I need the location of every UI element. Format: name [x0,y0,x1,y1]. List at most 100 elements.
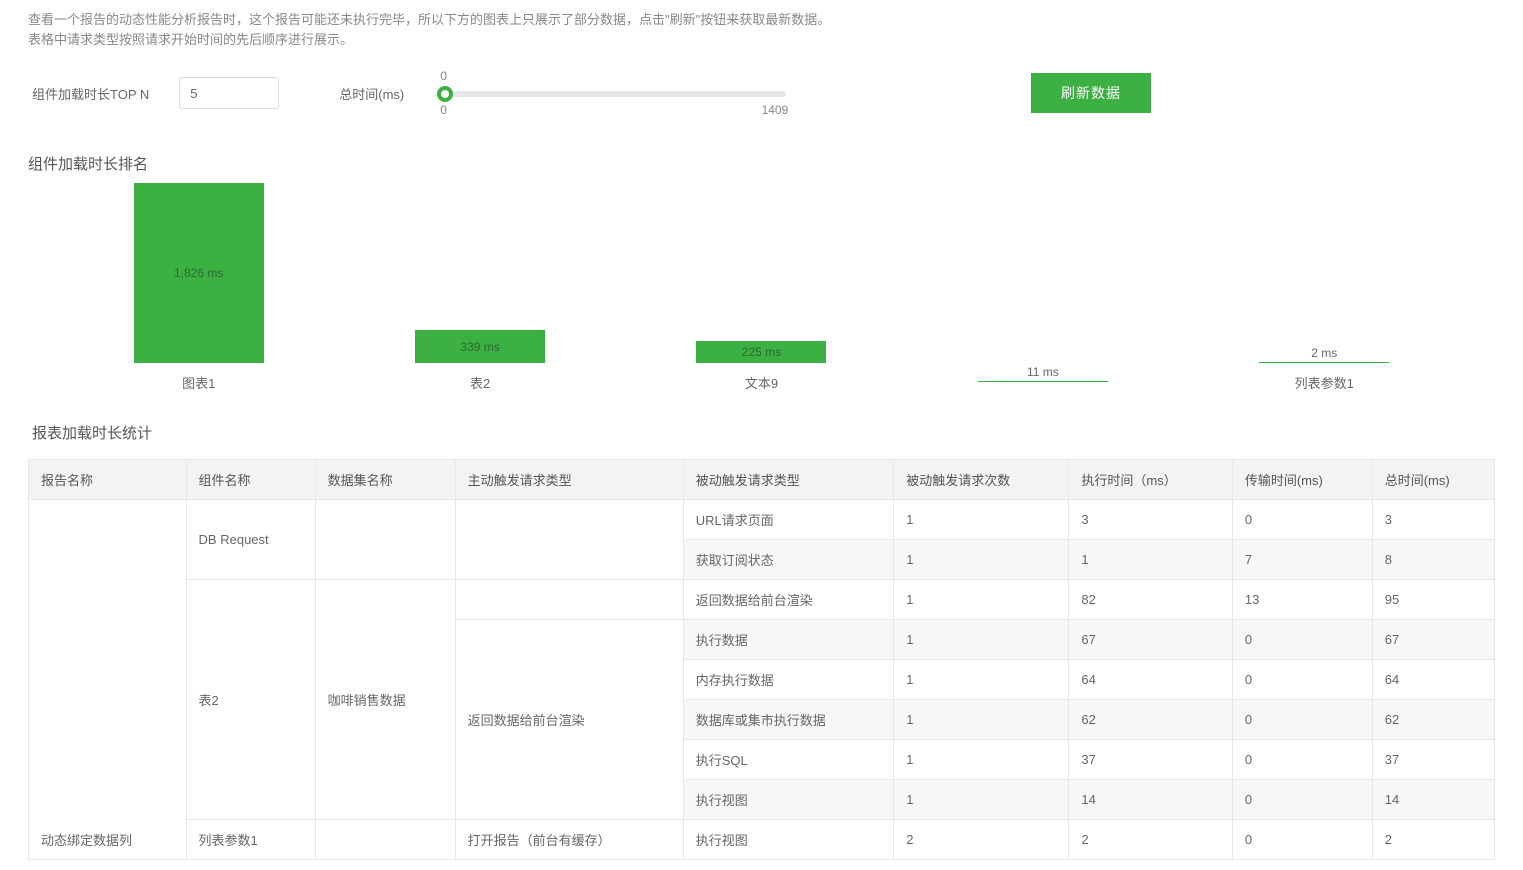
table-header: 组件名称 [186,460,315,500]
bar [978,381,1108,382]
table-row: 列表参数1打开报告（前台有缓存）执行视图2202 [29,820,1495,860]
bar-value-label: 1,826 ms [174,266,223,280]
cell-total: 14 [1372,780,1494,820]
cell-count: 1 [894,740,1069,780]
refresh-button[interactable]: 刷新数据 [1031,73,1151,113]
table-header: 被动触发请求类型 [683,460,894,500]
cell-total: 64 [1372,660,1494,700]
cell-total: 67 [1372,620,1494,660]
cell-dataset [315,500,455,580]
cell-passive-type: 数据库或集市执行数据 [683,700,894,740]
slider-thumb[interactable] [437,86,453,102]
cell-total: 37 [1372,740,1494,780]
bar: 339 ms [415,330,545,363]
table-header: 传输时间(ms) [1232,460,1372,500]
intro-line2: 表格中请求类型按照请求开始时间的先后顺序进行展示。 [28,30,1495,50]
bar-chart: 1,826 ms 图表1 339 ms 表2 225 ms 文本9 11 ms 2 ms 列表参… [28,192,1495,392]
cell-component: DB Request [186,500,315,580]
cell-count: 1 [894,540,1069,580]
table-header: 数据集名称 [315,460,455,500]
cell-trans: 0 [1232,700,1372,740]
bar-value-label: 339 ms [460,340,499,354]
cell-count: 1 [894,780,1069,820]
totaltime-group: 总时间(ms) 0 0 1409 [339,73,794,113]
bar-item: 339 ms 表2 [395,330,565,392]
table-row: 表2咖啡销售数据返回数据给前台渲染1821395 [29,580,1495,620]
cell-trans: 13 [1232,580,1372,620]
cell-active-type: 打开报告（前台有缓存） [455,820,683,860]
slider-max-label: 1409 [762,103,789,117]
cell-active-type [455,580,683,620]
table-header: 执行时间（ms） [1069,460,1232,500]
cell-total: 62 [1372,700,1494,740]
cell-exec: 2 [1069,820,1232,860]
bar-category-label: 表2 [470,373,490,392]
cell-count: 2 [894,820,1069,860]
cell-passive-type: 内存执行数据 [683,660,894,700]
cell-passive-type: 执行数据 [683,620,894,660]
cell-trans: 0 [1232,740,1372,780]
cell-passive-type: 获取订阅状态 [683,540,894,580]
cell-passive-type: 执行视图 [683,780,894,820]
bar-category-label: 文本9 [745,373,778,392]
bar-item: 225 ms 文本9 [676,341,846,392]
cell-exec: 67 [1069,620,1232,660]
cell-active-type: 返回数据给前台渲染 [455,620,683,820]
cell-exec: 82 [1069,580,1232,620]
topn-label: 组件加载时长TOP N [32,84,149,103]
cell-passive-type: 返回数据给前台渲染 [683,580,894,620]
cell-exec: 64 [1069,660,1232,700]
cell-trans: 0 [1232,780,1372,820]
cell-count: 1 [894,500,1069,540]
cell-component: 表2 [186,580,315,820]
cell-count: 1 [894,660,1069,700]
table-row: 动态绑定数据列DB RequestURL请求页面1303 [29,500,1495,540]
cell-component: 列表参数1 [186,820,315,860]
table-header: 报告名称 [29,460,187,500]
cell-report-name: 动态绑定数据列 [29,500,187,860]
bar-value-label: 11 ms [1027,365,1059,379]
intro-line1: 查看一个报告的动态性能分析报告时，这个报告可能还未执行完毕，所以下方的图表上只展… [28,10,1495,30]
cell-total: 2 [1372,820,1494,860]
cell-trans: 0 [1232,620,1372,660]
cell-exec: 1 [1069,540,1232,580]
slider-track [444,91,786,97]
cell-exec: 37 [1069,740,1232,780]
bar-item: 11 ms [958,365,1128,392]
stats-table: 报告名称组件名称数据集名称主动触发请求类型被动触发请求类型被动触发请求次数执行时… [28,459,1495,860]
table-title: 报表加载时长统计 [32,422,1495,443]
bar-item: 1,826 ms 图表1 [114,183,284,392]
bar: 225 ms [696,341,826,363]
table-header: 主动触发请求类型 [455,460,683,500]
cell-total: 8 [1372,540,1494,580]
topn-input[interactable] [179,77,279,109]
cell-total: 95 [1372,580,1494,620]
bar: 1,826 ms [134,183,264,363]
cell-count: 1 [894,580,1069,620]
cell-trans: 0 [1232,500,1372,540]
topn-group: 组件加载时长TOP N [32,77,279,109]
cell-exec: 3 [1069,500,1232,540]
cell-exec: 14 [1069,780,1232,820]
cell-active-type [455,500,683,580]
cell-trans: 7 [1232,540,1372,580]
time-slider[interactable]: 0 0 1409 [434,73,794,113]
cell-count: 1 [894,620,1069,660]
slider-top-label: 0 [440,69,447,83]
slider-min-label: 0 [440,103,447,117]
cell-count: 1 [894,700,1069,740]
cell-passive-type: 执行视图 [683,820,894,860]
table-header: 总时间(ms) [1372,460,1494,500]
intro-block: 查看一个报告的动态性能分析报告时，这个报告可能还未执行完毕，所以下方的图表上只展… [28,10,1495,49]
controls-row: 组件加载时长TOP N 总时间(ms) 0 0 1409 刷新数据 [28,73,1495,113]
bar-category-label: 列表参数1 [1295,373,1354,392]
bar-category-label: 图表1 [182,373,215,392]
cell-trans: 0 [1232,660,1372,700]
bar-value-label: 2 ms [1311,346,1337,360]
bar-item: 2 ms 列表参数1 [1239,346,1409,392]
totaltime-label: 总时间(ms) [339,84,404,103]
cell-dataset [315,820,455,860]
cell-exec: 62 [1069,700,1232,740]
cell-trans: 0 [1232,820,1372,860]
cell-passive-type: 执行SQL [683,740,894,780]
